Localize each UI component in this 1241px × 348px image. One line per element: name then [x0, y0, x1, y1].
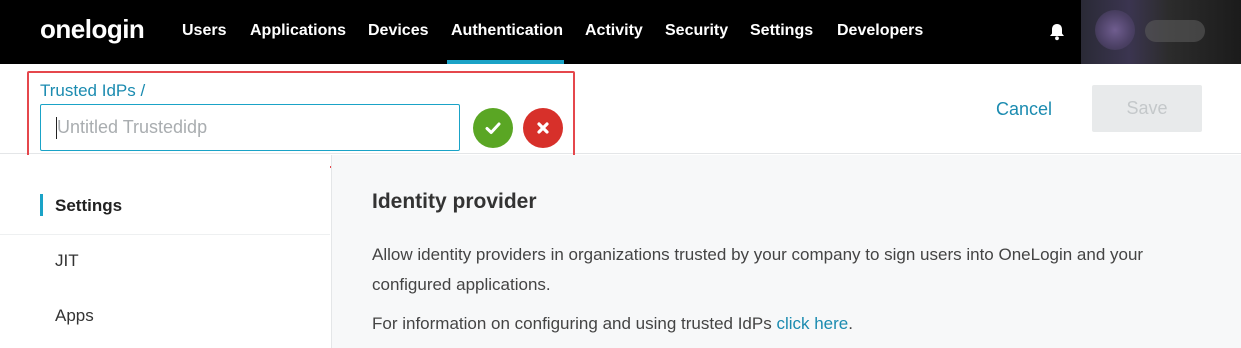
settings-sidebar: Settings JIT Apps — [0, 155, 330, 348]
info-prefix: For information on configuring and using… — [372, 314, 777, 333]
save-button[interactable]: Save — [1092, 85, 1202, 132]
bell-icon[interactable] — [1047, 22, 1067, 42]
sidebar-item-label: Apps — [55, 305, 94, 325]
nav-item-settings[interactable]: Settings — [750, 22, 813, 40]
breadcrumb[interactable]: Trusted IdPs / — [40, 81, 145, 101]
nav-item-security[interactable]: Security — [665, 22, 728, 40]
nav-item-activity[interactable]: Activity — [585, 22, 643, 40]
text-cursor — [56, 117, 57, 139]
info-text: For information on configuring and using… — [372, 314, 853, 334]
close-icon — [537, 122, 549, 134]
section-description: Allow identity providers in organization… — [372, 245, 1144, 294]
main-content: Identity provider Allow identity provide… — [331, 155, 1241, 348]
discard-name-button[interactable] — [523, 108, 563, 148]
idp-name-input[interactable] — [40, 104, 460, 151]
section-heading: Identity provider — [372, 190, 537, 213]
nav-item-devices[interactable]: Devices — [368, 22, 429, 40]
onelogin-logo[interactable]: onelogin — [40, 14, 145, 45]
sidebar-item-apps[interactable]: Apps — [40, 288, 330, 343]
sidebar-item-settings[interactable]: Settings — [40, 178, 330, 233]
sidebar-item-label: Settings — [55, 195, 123, 215]
nav-item-users[interactable]: Users — [182, 22, 226, 40]
check-icon — [485, 122, 501, 134]
sidebar-item-jit[interactable]: JIT — [40, 233, 330, 288]
confirm-name-button[interactable] — [473, 108, 513, 148]
nav-item-applications[interactable]: Applications — [250, 22, 346, 40]
user-avatar[interactable] — [1081, 0, 1241, 64]
top-nav-bar: onelogin Users Applications Devices Auth… — [0, 0, 1241, 64]
nav-item-authentication[interactable]: Authentication — [451, 22, 563, 40]
info-suffix: . — [848, 314, 853, 333]
click-here-link[interactable]: click here — [776, 314, 848, 333]
cancel-button[interactable]: Cancel — [996, 99, 1052, 120]
sidebar-item-label: JIT — [55, 250, 79, 270]
nav-item-developers[interactable]: Developers — [837, 22, 923, 40]
page-header: Trusted IdPs / Cancel Save — [0, 64, 1241, 154]
